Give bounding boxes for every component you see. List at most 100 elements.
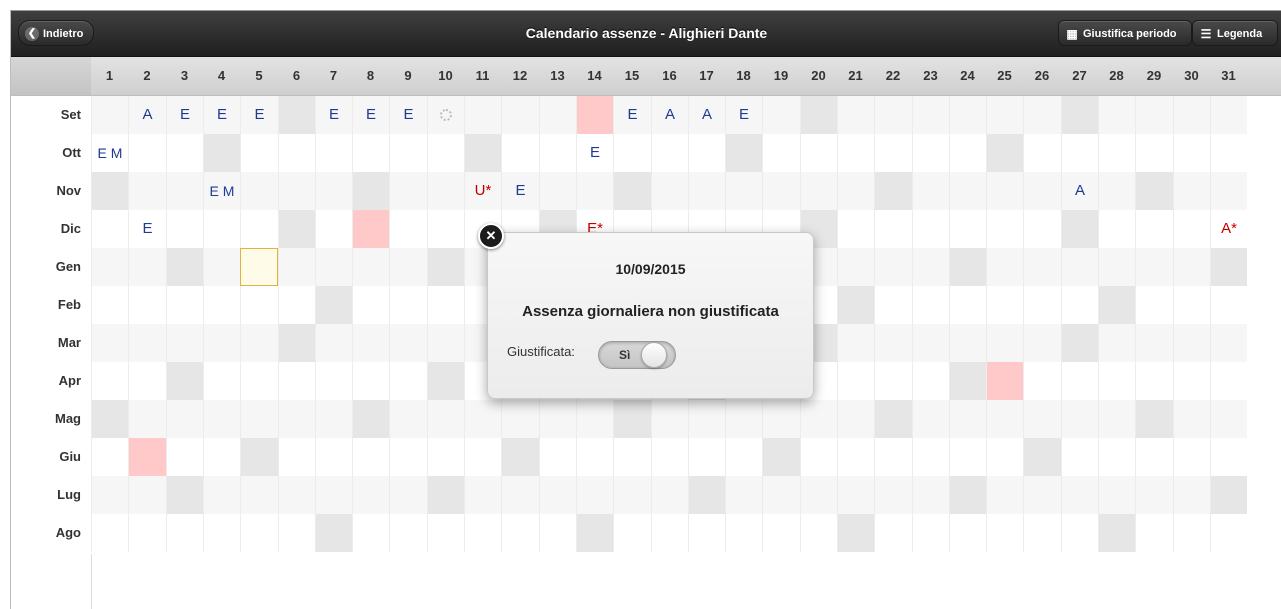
day-cell[interactable] <box>912 514 949 552</box>
day-cell[interactable] <box>1173 172 1210 210</box>
day-cell[interactable] <box>912 438 949 476</box>
day-cell[interactable] <box>315 438 352 476</box>
day-cell[interactable] <box>1173 514 1210 552</box>
day-cell[interactable] <box>912 324 949 362</box>
day-cell[interactable] <box>1210 476 1247 514</box>
back-button[interactable]: ❮ Indietro <box>18 20 94 46</box>
day-cell[interactable] <box>240 438 278 476</box>
day-cell[interactable] <box>1061 286 1098 324</box>
day-cell[interactable] <box>874 400 912 438</box>
day-cell[interactable] <box>1061 362 1098 400</box>
day-cell[interactable] <box>725 514 762 552</box>
day-cell[interactable] <box>1023 476 1061 514</box>
day-cell[interactable] <box>874 362 912 400</box>
day-cell[interactable] <box>800 172 837 210</box>
day-cell[interactable] <box>651 438 688 476</box>
day-cell[interactable] <box>986 400 1023 438</box>
day-cell[interactable] <box>1061 134 1098 172</box>
day-cell[interactable] <box>389 476 427 514</box>
day-cell[interactable] <box>91 172 128 210</box>
day-cell[interactable] <box>949 362 986 400</box>
day-cell[interactable] <box>576 514 613 552</box>
day-cell[interactable] <box>800 514 837 552</box>
day-cell[interactable] <box>128 134 166 172</box>
day-cell[interactable]: E <box>501 172 539 210</box>
day-cell[interactable] <box>762 400 800 438</box>
day-cell[interactable] <box>91 400 128 438</box>
day-cell[interactable] <box>315 514 352 552</box>
day-cell[interactable] <box>203 324 240 362</box>
day-cell[interactable] <box>166 400 203 438</box>
day-cell[interactable] <box>1173 476 1210 514</box>
day-cell[interactable] <box>837 172 874 210</box>
day-cell[interactable] <box>1098 96 1135 134</box>
day-cell[interactable] <box>986 248 1023 286</box>
day-cell[interactable] <box>427 362 464 400</box>
day-cell[interactable] <box>1061 248 1098 286</box>
day-cell[interactable] <box>874 476 912 514</box>
day-cell[interactable] <box>1098 362 1135 400</box>
day-cell[interactable] <box>352 286 389 324</box>
day-cell[interactable] <box>389 210 427 248</box>
day-cell[interactable] <box>613 438 651 476</box>
day-cell[interactable] <box>1098 286 1135 324</box>
day-cell[interactable] <box>874 324 912 362</box>
day-cell[interactable] <box>501 134 539 172</box>
day-cell[interactable] <box>1098 210 1135 248</box>
day-cell[interactable] <box>1061 438 1098 476</box>
day-cell[interactable] <box>352 400 389 438</box>
day-cell[interactable] <box>1098 324 1135 362</box>
day-cell[interactable] <box>1173 286 1210 324</box>
day-cell[interactable] <box>91 476 128 514</box>
day-cell[interactable] <box>837 248 874 286</box>
day-cell[interactable] <box>1173 400 1210 438</box>
day-cell[interactable] <box>240 324 278 362</box>
day-cell[interactable] <box>352 438 389 476</box>
day-cell[interactable] <box>949 324 986 362</box>
day-cell[interactable] <box>576 96 613 134</box>
day-cell[interactable] <box>315 134 352 172</box>
day-cell[interactable] <box>1135 286 1173 324</box>
day-cell[interactable] <box>1023 400 1061 438</box>
day-cell[interactable] <box>128 514 166 552</box>
day-cell[interactable] <box>912 248 949 286</box>
day-cell[interactable] <box>576 400 613 438</box>
day-cell[interactable] <box>1173 96 1210 134</box>
day-cell[interactable] <box>427 96 464 134</box>
day-cell[interactable]: A <box>128 96 166 134</box>
day-cell[interactable] <box>464 514 501 552</box>
day-cell[interactable] <box>837 210 874 248</box>
day-cell[interactable] <box>203 134 240 172</box>
day-cell[interactable] <box>1098 134 1135 172</box>
day-cell[interactable] <box>389 286 427 324</box>
day-cell[interactable] <box>91 324 128 362</box>
day-cell[interactable] <box>949 172 986 210</box>
day-cell[interactable] <box>427 134 464 172</box>
day-cell[interactable] <box>1210 172 1247 210</box>
day-cell[interactable]: A <box>1061 172 1098 210</box>
day-cell[interactable] <box>389 172 427 210</box>
day-cell[interactable] <box>986 286 1023 324</box>
day-cell[interactable] <box>278 172 315 210</box>
day-cell[interactable] <box>688 400 725 438</box>
day-cell[interactable] <box>837 438 874 476</box>
day-cell[interactable] <box>1210 134 1247 172</box>
day-cell[interactable] <box>539 400 576 438</box>
day-cell[interactable] <box>315 248 352 286</box>
day-cell[interactable] <box>427 324 464 362</box>
day-cell[interactable] <box>278 286 315 324</box>
day-cell[interactable] <box>1135 134 1173 172</box>
day-cell[interactable] <box>1023 362 1061 400</box>
day-cell[interactable] <box>539 438 576 476</box>
day-cell[interactable] <box>949 476 986 514</box>
day-cell[interactable] <box>240 476 278 514</box>
day-cell[interactable] <box>464 400 501 438</box>
day-cell[interactable] <box>464 134 501 172</box>
day-cell[interactable] <box>986 324 1023 362</box>
day-cell[interactable] <box>800 96 837 134</box>
day-cell[interactable] <box>1023 324 1061 362</box>
day-cell[interactable] <box>651 172 688 210</box>
day-cell[interactable] <box>389 400 427 438</box>
day-cell[interactable] <box>613 172 651 210</box>
day-cell[interactable] <box>986 362 1023 400</box>
